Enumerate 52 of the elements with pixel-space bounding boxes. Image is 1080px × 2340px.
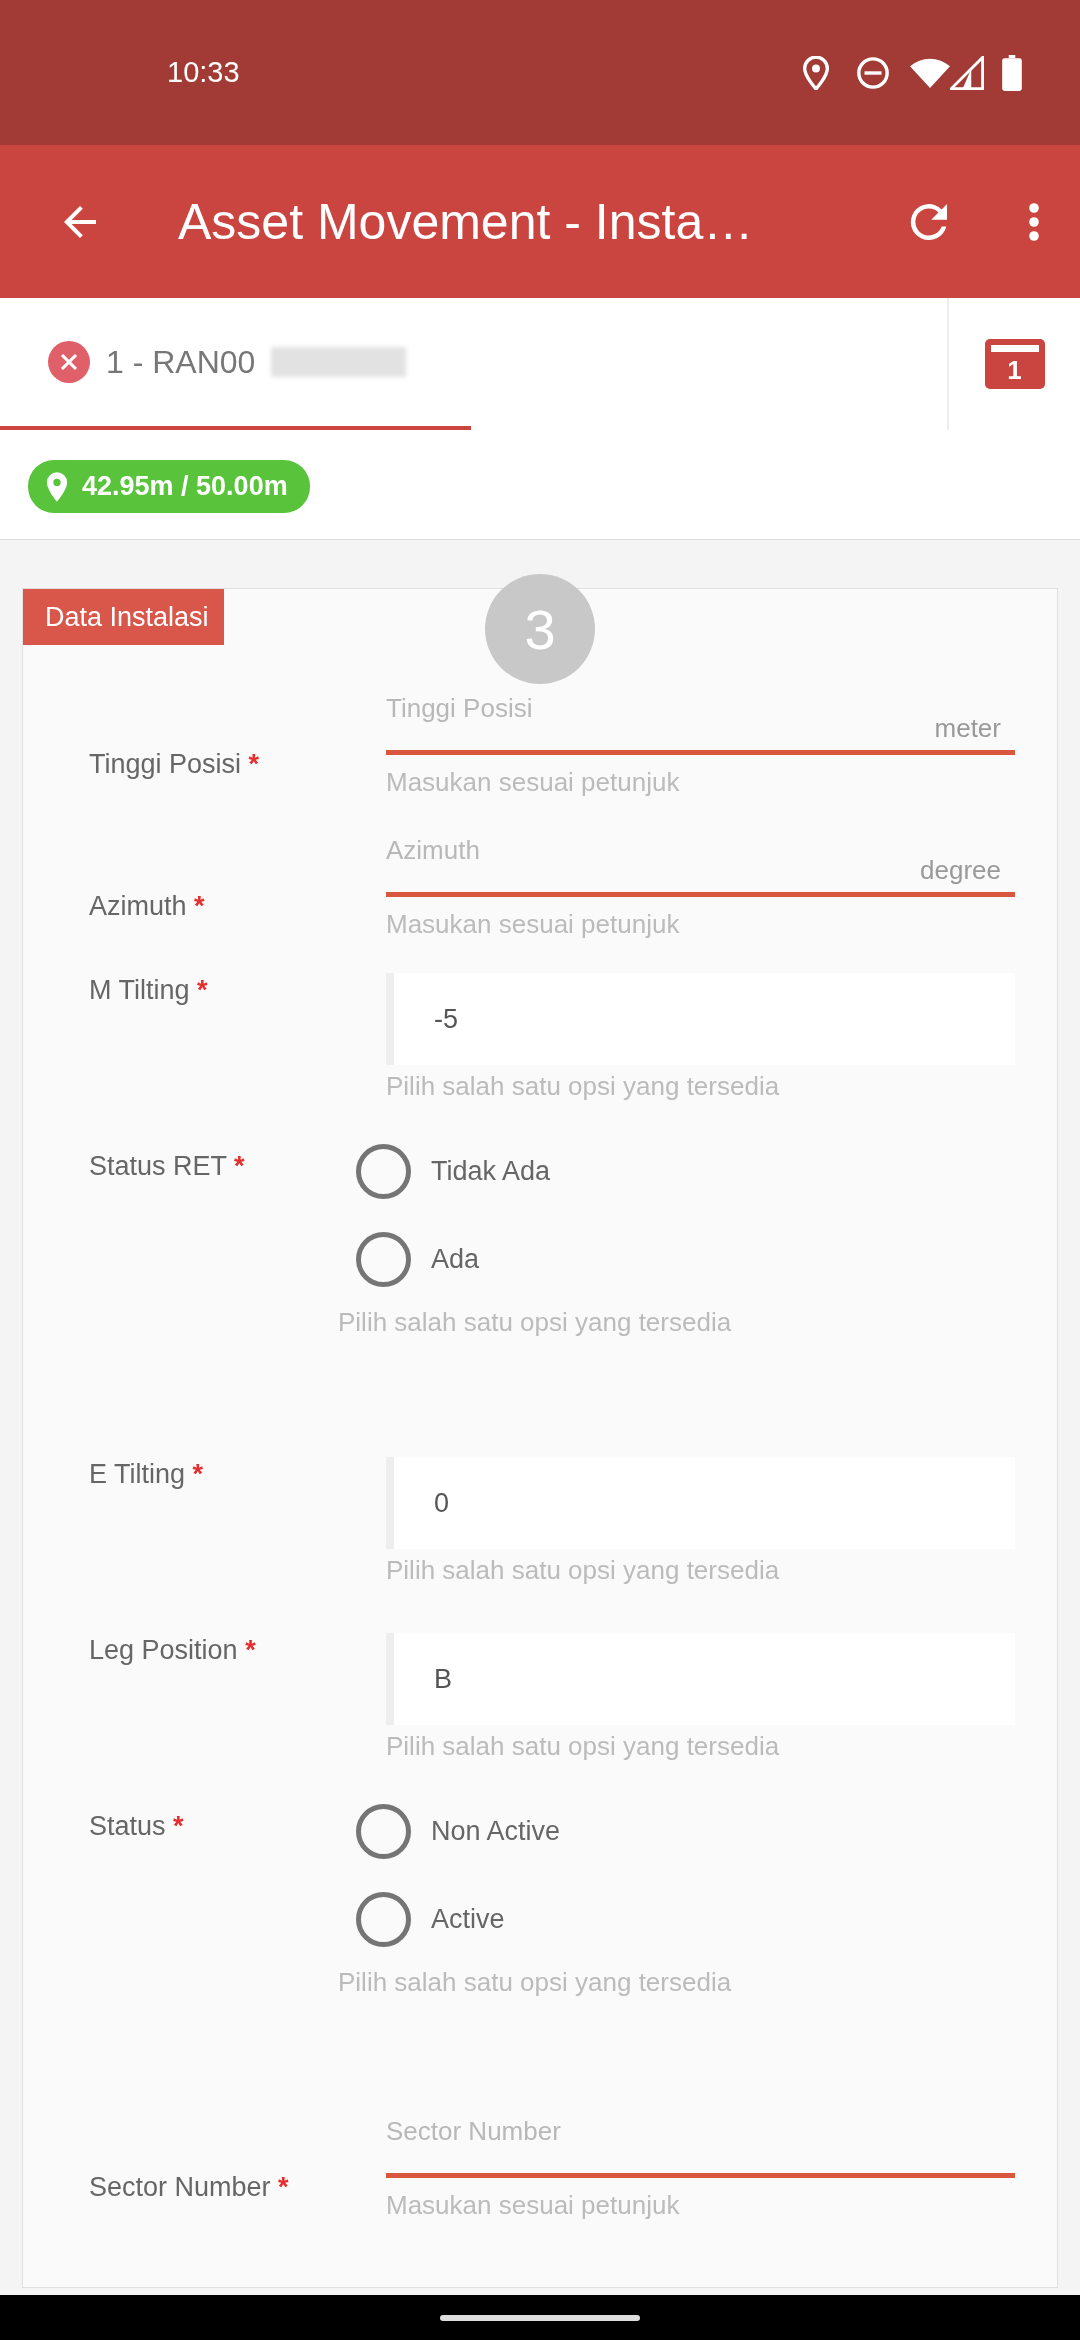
field-label: Azimuth	[89, 891, 187, 921]
helper-text: Masukan sesuai petunjuk	[386, 2190, 681, 2221]
radio-button[interactable]	[356, 1803, 411, 1859]
helper-text: Pilih salah satu opsi yang tersedia	[386, 1071, 781, 1102]
signal-icon	[950, 55, 984, 90]
field-label: Sector Number	[89, 2172, 271, 2202]
home-indicator[interactable]	[440, 2314, 640, 2321]
remove-icon[interactable]	[48, 341, 90, 383]
dropdown-field[interactable]: B	[386, 1633, 1015, 1725]
battery-icon	[1002, 54, 1022, 91]
location-icon	[802, 55, 830, 90]
helper-text: Pilih salah satu opsi yang tersedia	[338, 1967, 733, 1998]
screen-title: Asset Movement - Insta…	[178, 192, 755, 251]
required-mark: *	[234, 1151, 245, 1181]
radio-button[interactable]	[356, 1891, 411, 1947]
radio-button[interactable]	[356, 1231, 411, 1287]
unit-label: degree	[920, 855, 1001, 886]
required-mark: *	[192, 1459, 204, 1489]
helper-text: Pilih salah satu opsi yang tersedia	[386, 1731, 781, 1762]
dropdown-field[interactable]: 0	[386, 1457, 1015, 1549]
field-label: E Tilting	[89, 1459, 186, 1489]
distance-chip: 42.95m / 50.00m	[28, 460, 310, 513]
field-label: Leg Position	[89, 1635, 238, 1665]
input-field[interactable]: Sector Number	[386, 2114, 1015, 2178]
dropdown-field[interactable]: -5	[386, 973, 1015, 1065]
radio-label: Tidak Ada	[431, 1155, 551, 1187]
required-mark: *	[194, 891, 205, 921]
required-mark: *	[278, 2172, 289, 2202]
status-time: 10:33	[167, 56, 241, 89]
radio-button[interactable]	[356, 1143, 411, 1199]
location-pin-icon	[46, 471, 68, 502]
field-label: Status RET	[89, 1151, 227, 1181]
radio-label: Ada	[431, 1243, 480, 1275]
required-mark: *	[248, 749, 260, 779]
required-mark: *	[197, 975, 208, 1005]
section-tag: Data Instalasi	[23, 589, 224, 645]
helper-text: Pilih salah satu opsi yang tersedia	[386, 1555, 781, 1586]
helper-text: Pilih salah satu opsi yang tersedia	[338, 1307, 733, 1338]
required-mark: *	[245, 1635, 256, 1665]
field-label: Status	[89, 1811, 166, 1841]
field-label: M Tilting	[89, 975, 190, 1005]
tab-label: 1 - RAN00	[106, 343, 256, 381]
unit-label: meter	[934, 713, 1001, 744]
radio-label: Active	[431, 1903, 505, 1935]
required-mark: *	[173, 1811, 184, 1841]
do-not-disturb-icon	[856, 55, 890, 90]
field-label: Tinggi Posisi	[89, 749, 242, 779]
wifi-icon	[910, 56, 950, 89]
helper-text: Masukan sesuai petunjuk	[386, 909, 681, 940]
calendar-icon[interactable]: 1	[984, 339, 1045, 389]
radio-label: Non Active	[431, 1815, 561, 1847]
helper-text: Masukan sesuai petunjuk	[386, 767, 681, 798]
